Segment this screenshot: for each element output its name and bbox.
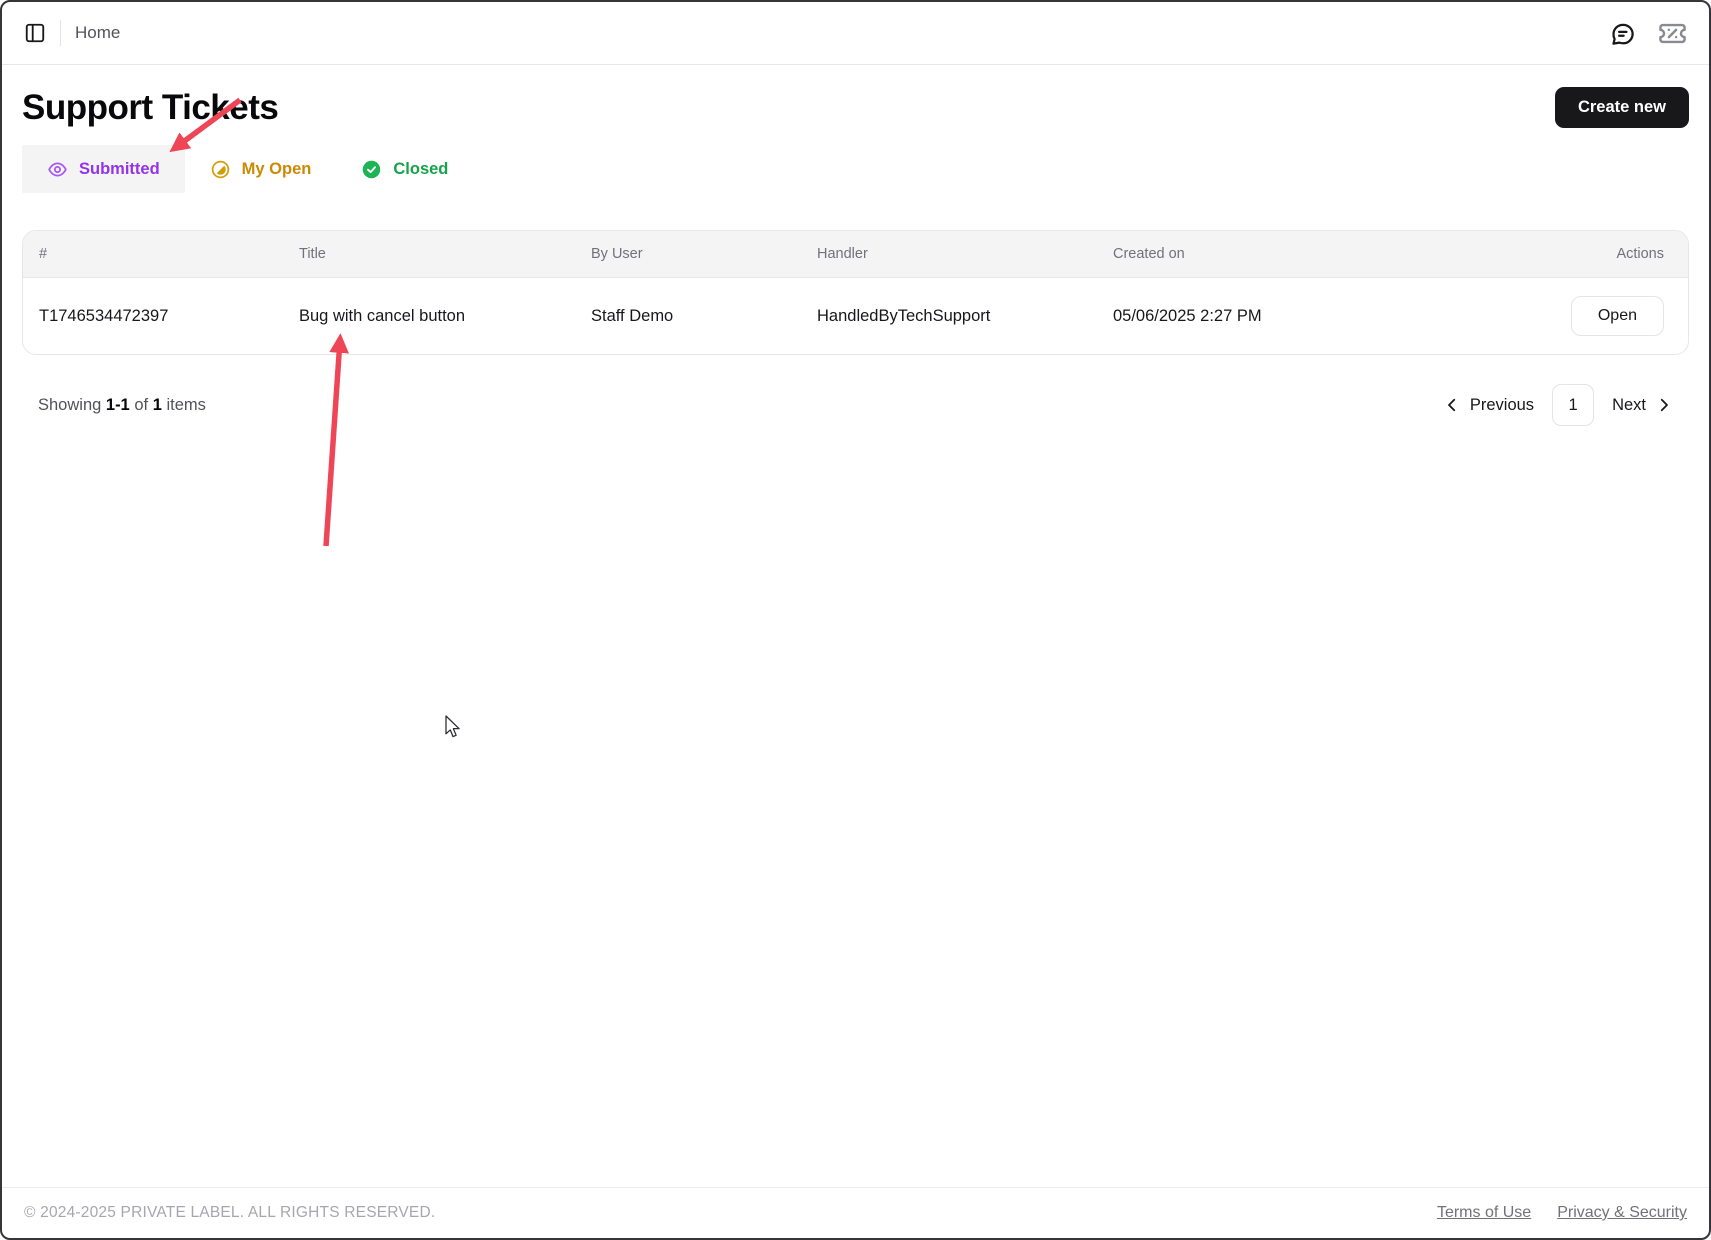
main-content: Support Tickets Create new Submitted My … xyxy=(2,65,1709,1187)
sidebar-toggle-button[interactable] xyxy=(24,22,46,44)
ticket-by-user-cell: Staff Demo xyxy=(591,306,674,325)
tickets-table: # Title By User Handler Created on Actio… xyxy=(22,230,1689,355)
tickets-button[interactable] xyxy=(1658,19,1687,48)
ticket-tabs: Submitted My Open Closed xyxy=(22,145,1689,193)
column-header-title: Title xyxy=(299,246,326,262)
column-header-number: # xyxy=(39,246,48,262)
ticket-title-cell: Bug with cancel button xyxy=(299,306,466,325)
app-window: Home Support Tickets Create new Submitte… xyxy=(0,0,1711,1240)
tab-submitted-label: Submitted xyxy=(79,159,160,178)
tab-my-open[interactable]: My Open xyxy=(185,145,337,193)
chevron-right-icon xyxy=(1655,396,1673,414)
column-header-handler: Handler xyxy=(817,246,868,262)
terms-of-use-link[interactable]: Terms of Use xyxy=(1437,1204,1531,1222)
eye-icon xyxy=(47,159,68,180)
privacy-security-link[interactable]: Privacy & Security xyxy=(1557,1204,1687,1222)
ticket-created-on-cell: 05/06/2025 2:27 PM xyxy=(1113,306,1262,325)
half-circle-icon xyxy=(210,159,231,180)
showing-range: 1-1 xyxy=(105,395,130,414)
copyright-text: © 2024-2025 PRIVATE LABEL. ALL RIGHTS RE… xyxy=(24,1204,436,1221)
page-title: Support Tickets xyxy=(22,87,279,127)
column-header-created-on: Created on xyxy=(1113,246,1185,262)
panel-left-icon xyxy=(24,22,46,44)
open-ticket-button[interactable]: Open xyxy=(1570,296,1664,336)
create-new-button[interactable]: Create new xyxy=(1554,87,1689,128)
chat-bubble-icon xyxy=(1609,20,1636,47)
breadcrumb[interactable]: Home xyxy=(75,23,120,43)
ticket-handler-cell: HandledByTechSupport xyxy=(817,306,991,325)
table-row: T1746534472397 Bug with cancel button St… xyxy=(23,277,1688,354)
check-circle-icon xyxy=(361,159,382,180)
previous-page-button[interactable]: Previous xyxy=(1443,396,1534,415)
page-number-button[interactable]: 1 xyxy=(1552,384,1595,426)
showing-total: 1 xyxy=(152,395,162,414)
feedback-button[interactable] xyxy=(1609,20,1636,47)
tab-submitted[interactable]: Submitted xyxy=(22,145,185,193)
column-header-actions: Actions xyxy=(1616,246,1664,262)
showing-summary: Showing 1-1 of 1 items xyxy=(38,395,206,414)
ticket-id-cell: T1746534472397 xyxy=(39,306,169,325)
tab-closed[interactable]: Closed xyxy=(336,145,473,193)
footer: © 2024-2025 PRIVATE LABEL. ALL RIGHTS RE… xyxy=(2,1187,1709,1238)
top-bar: Home xyxy=(2,2,1709,65)
ticket-percent-icon xyxy=(1658,19,1687,48)
chevron-left-icon xyxy=(1443,396,1461,414)
pagination: Previous 1 Next xyxy=(1443,384,1673,426)
column-header-by-user: By User xyxy=(591,246,643,262)
next-page-button[interactable]: Next xyxy=(1612,396,1673,415)
tab-my-open-label: My Open xyxy=(241,159,312,178)
tab-closed-label: Closed xyxy=(393,159,449,178)
breadcrumb-separator xyxy=(60,20,61,46)
table-header-row: # Title By User Handler Created on Actio… xyxy=(23,231,1688,277)
